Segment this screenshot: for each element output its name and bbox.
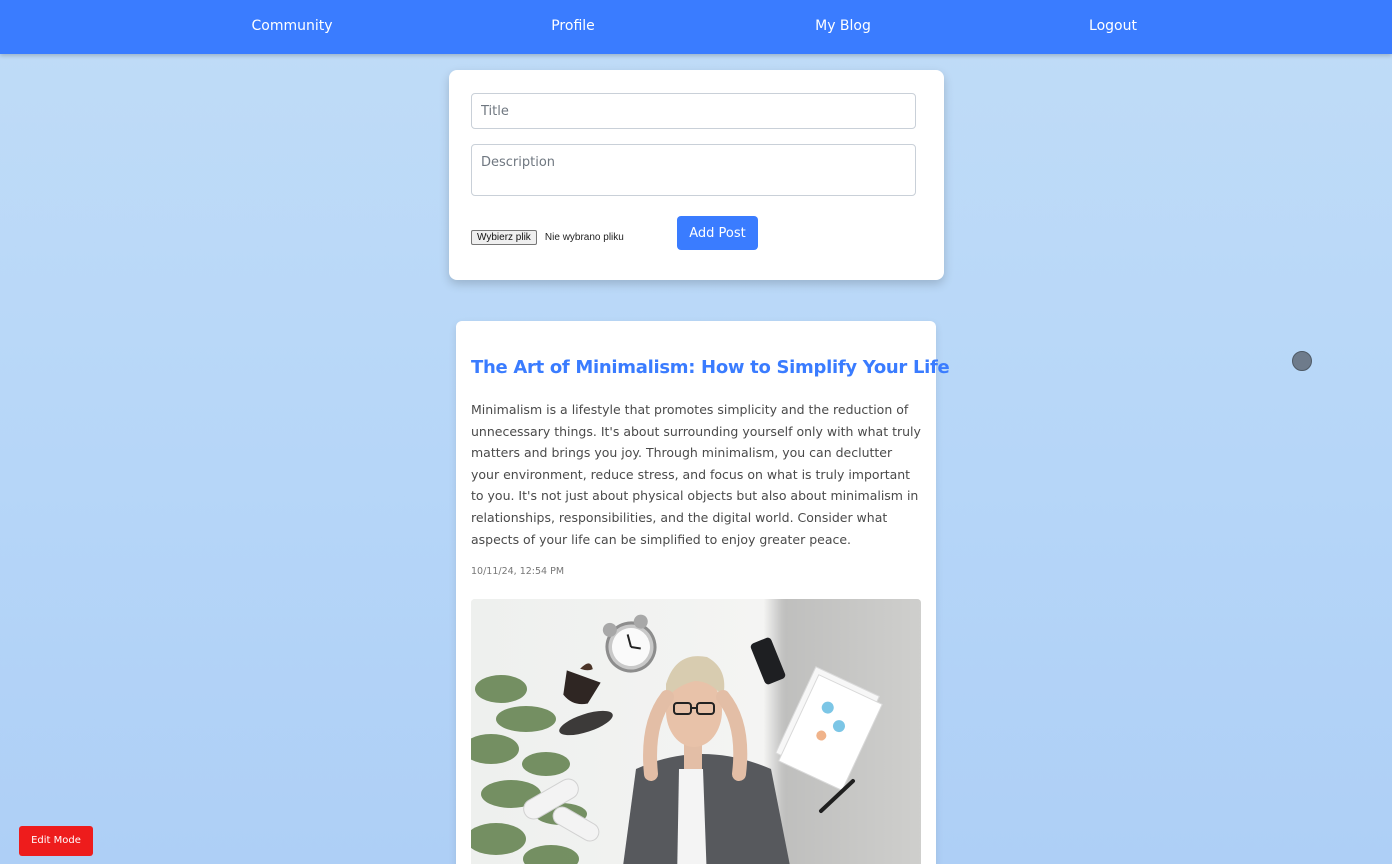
title-input[interactable] — [471, 93, 916, 129]
post-card: The Art of Minimalism: How to Simplify Y… — [456, 321, 950, 864]
floating-widget-button[interactable] — [1292, 351, 1312, 371]
choose-file-button[interactable]: Wybierz plik — [471, 230, 537, 245]
nav-link-community[interactable]: Community — [251, 0, 332, 54]
top-navbar: Community Profile My Blog Logout — [0, 0, 1392, 54]
post-image-illustration — [471, 599, 921, 864]
new-post-form: Wybierz plik Nie wybrano pliku Add Post — [449, 70, 944, 280]
nav-link-logout[interactable]: Logout — [1089, 0, 1137, 54]
file-status-label: Nie wybrano pliku — [544, 232, 624, 243]
file-upload: Wybierz plik Nie wybrano pliku — [471, 227, 624, 245]
nav-link-my-blog[interactable]: My Blog — [815, 0, 871, 54]
post-body: Minimalism is a lifestyle that promotes … — [471, 402, 921, 547]
post-title[interactable]: The Art of Minimalism: How to Simplify Y… — [471, 357, 950, 378]
nav-link-profile[interactable]: Profile — [551, 0, 595, 54]
post-image — [471, 599, 921, 864]
description-input[interactable] — [471, 144, 916, 196]
add-post-button[interactable]: Add Post — [677, 216, 758, 250]
post-date: 10/11/24, 12:54 PM — [471, 566, 565, 577]
edit-mode-button[interactable]: Edit Mode — [19, 826, 93, 856]
